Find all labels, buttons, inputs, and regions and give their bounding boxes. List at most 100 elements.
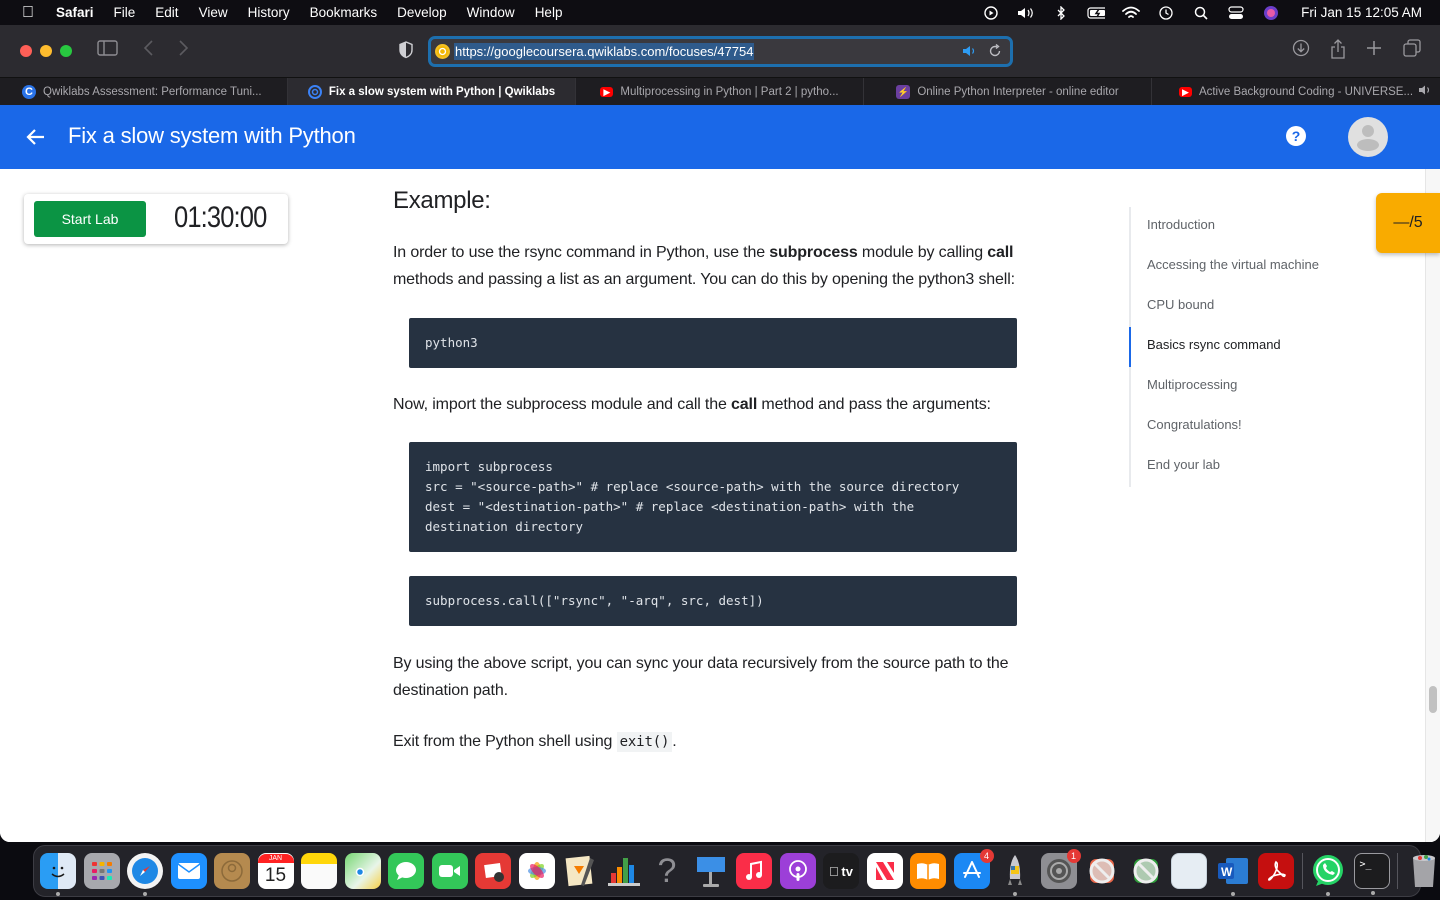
downloads-icon[interactable]	[1292, 39, 1310, 64]
paragraph-exit-shell: Exit from the Python shell using exit().	[393, 728, 1033, 756]
lab-timer: 01:30:00	[174, 201, 267, 234]
new-tab-icon[interactable]	[1366, 39, 1382, 64]
whatsapp-icon[interactable]	[1310, 853, 1346, 896]
code-block-subprocess-call[interactable]: subprocess.call(["rsync", "-arq", src, d…	[409, 576, 1017, 626]
safari-icon[interactable]	[127, 853, 163, 896]
toc-item-end-lab[interactable]: End your lab	[1131, 447, 1349, 487]
page-scrollbar-track[interactable]	[1425, 169, 1440, 842]
news-icon[interactable]	[866, 853, 903, 889]
tab-multiprocessing-youtube[interactable]: ▶ Multiprocessing in Python | Part 2 | p…	[576, 78, 864, 106]
menu-bar-clock[interactable]: Fri Jan 15 12:05 AM	[1301, 5, 1422, 20]
window-controls	[20, 45, 72, 57]
tab-audio-icon[interactable]	[1418, 84, 1432, 99]
terminal-icon[interactable]: >_	[1353, 853, 1390, 895]
close-window-button[interactable]	[20, 45, 32, 57]
battery-charging-icon[interactable]	[1087, 4, 1106, 22]
avatar[interactable]	[1348, 117, 1388, 157]
code-block-python3[interactable]: python3	[409, 318, 1017, 368]
toc-item-accessing-vm[interactable]: Accessing the virtual machine	[1131, 247, 1349, 287]
lab-control-card: Start Lab 01:30:00	[24, 194, 288, 244]
paragraph-import-subprocess: Now, import the subprocess module and ca…	[393, 391, 1033, 418]
table-of-contents: Introduction Accessing the virtual machi…	[1129, 207, 1349, 487]
notification-badge: 1	[1066, 849, 1081, 863]
finder-icon[interactable]	[40, 853, 76, 896]
blocked-app-icon-green[interactable]	[1128, 853, 1164, 889]
contacts-icon[interactable]	[214, 853, 250, 889]
forward-nav-icon[interactable]	[177, 39, 189, 62]
blank-app-icon[interactable]	[1171, 853, 1207, 889]
microsoft-word-icon[interactable]: W	[1215, 853, 1251, 896]
unknown-app-icon[interactable]: ?	[649, 852, 685, 890]
sidebar-toggle-icon[interactable]	[97, 39, 119, 62]
numbers-icon[interactable]	[606, 853, 642, 889]
toc-item-multiprocessing[interactable]: Multiprocessing	[1131, 367, 1349, 407]
menu-history[interactable]: History	[248, 5, 290, 20]
play-circle-icon[interactable]	[982, 4, 1000, 22]
url-text[interactable]: https://googlecoursera.qwiklabs.com/focu…	[454, 43, 755, 60]
apple-menu-icon[interactable]: 	[0, 4, 56, 22]
launchpad-icon[interactable]	[83, 853, 120, 889]
tab-online-python-interpreter[interactable]: ⚡ Online Python Interpreter - online edi…	[864, 78, 1152, 106]
messages-icon[interactable]	[388, 853, 424, 889]
pages-icon[interactable]	[562, 853, 598, 889]
score-badge[interactable]: —/5	[1376, 193, 1440, 253]
bold-text: call	[731, 396, 758, 413]
facetime-icon[interactable]	[431, 853, 468, 889]
books-icon[interactable]	[910, 853, 946, 889]
minimize-window-button[interactable]	[40, 45, 52, 57]
calendar-icon[interactable]: JAN 15	[257, 853, 294, 889]
start-lab-button[interactable]: Start Lab	[34, 201, 146, 237]
address-bar[interactable]: https://googlecoursera.qwiklabs.com/focu…	[428, 36, 1013, 67]
volume-icon[interactable]	[1017, 4, 1035, 22]
trash-icon[interactable]	[1406, 853, 1440, 889]
back-arrow-icon[interactable]	[24, 125, 48, 154]
youtube-icon: ▶	[1178, 87, 1192, 97]
menu-bookmarks[interactable]: Bookmarks	[310, 5, 378, 20]
tab-qwiklabs-assessment[interactable]: C Qwiklabs Assessment: Performance Tuni.…	[0, 78, 288, 106]
tab-active-background-coding[interactable]: ▶ Active Background Coding - UNIVERSE...	[1152, 78, 1440, 106]
spotlight-search-icon[interactable]	[1192, 4, 1210, 22]
tab-overview-icon[interactable]	[1402, 39, 1422, 64]
tab-audio-playing-icon[interactable]	[962, 44, 978, 63]
system-preferences-icon[interactable]: 1	[1040, 849, 1081, 889]
blocked-app-icon-red[interactable]	[1084, 853, 1120, 889]
reload-icon[interactable]	[988, 43, 1002, 63]
control-center-icon[interactable]	[1227, 4, 1245, 22]
wifi-icon[interactable]	[1122, 4, 1141, 22]
photo-booth-icon[interactable]	[475, 853, 511, 889]
keynote-icon[interactable]	[693, 853, 729, 889]
podcasts-icon[interactable]	[779, 853, 816, 889]
mail-icon[interactable]	[170, 853, 207, 889]
help-icon[interactable]: ?	[1286, 126, 1306, 146]
notes-icon[interactable]	[301, 853, 337, 889]
python-launcher-icon[interactable]	[997, 853, 1033, 896]
bluetooth-icon[interactable]	[1052, 4, 1070, 22]
privacy-shield-icon[interactable]	[398, 41, 414, 64]
tab-fix-slow-system[interactable]: Fix a slow system with Python | Qwiklabs	[288, 78, 576, 106]
menu-develop[interactable]: Develop	[397, 5, 447, 20]
web-page: Fix a slow system with Python ? Start La…	[0, 105, 1440, 842]
page-scrollbar-thumb[interactable]	[1429, 686, 1437, 713]
zoom-window-button[interactable]	[60, 45, 72, 57]
menu-app-safari[interactable]: Safari	[56, 5, 94, 20]
siri-icon[interactable]	[1262, 4, 1280, 22]
app-store-icon[interactable]: 4	[953, 849, 994, 889]
photos-icon[interactable]	[518, 853, 555, 889]
maps-icon[interactable]	[344, 853, 381, 889]
toc-item-basics-rsync[interactable]: Basics rsync command	[1129, 327, 1349, 367]
share-icon[interactable]	[1330, 39, 1346, 64]
time-machine-icon[interactable]	[1157, 4, 1175, 22]
toc-item-introduction[interactable]: Introduction	[1131, 207, 1349, 247]
menu-window[interactable]: Window	[467, 5, 515, 20]
acrobat-reader-icon[interactable]	[1258, 853, 1294, 889]
toc-item-congratulations[interactable]: Congratulations!	[1131, 407, 1349, 447]
menu-view[interactable]: View	[199, 5, 228, 20]
toc-item-cpu-bound[interactable]: CPU bound	[1131, 287, 1349, 327]
music-icon[interactable]	[736, 853, 772, 889]
menu-edit[interactable]: Edit	[155, 5, 178, 20]
code-block-subprocess-setup[interactable]: import subprocess src = "<source-path>" …	[409, 442, 1017, 552]
menu-help[interactable]: Help	[535, 5, 563, 20]
back-nav-icon[interactable]	[143, 39, 155, 62]
apple-tv-icon[interactable]:  tv	[823, 853, 859, 889]
menu-file[interactable]: File	[114, 5, 136, 20]
